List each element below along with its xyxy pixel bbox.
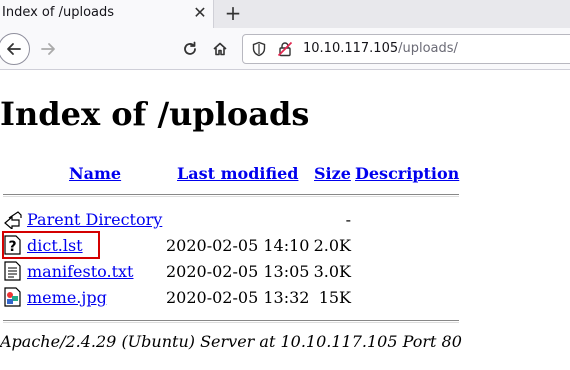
text-file-icon	[4, 261, 21, 281]
column-description-link[interactable]: Description	[355, 164, 459, 183]
arrow-left-icon	[7, 43, 21, 55]
page-title: Index of /uploads	[0, 95, 310, 133]
divider	[3, 194, 459, 197]
reload-icon	[184, 41, 196, 55]
shield-icon[interactable]	[251, 41, 267, 57]
close-tab-icon[interactable]: ✕	[190, 3, 210, 23]
back-folder-icon	[4, 211, 22, 229]
column-size-link[interactable]: Size	[314, 164, 351, 183]
url-path: /uploads/	[398, 41, 458, 56]
file-link-meme-jpg[interactable]: meme.jpg	[27, 288, 107, 307]
home-button[interactable]	[206, 35, 234, 63]
address-bar[interactable]: 10.10.117.105/uploads/	[242, 34, 570, 64]
forward-button[interactable]	[34, 35, 62, 63]
divider	[3, 320, 459, 323]
image-file-icon	[4, 287, 21, 307]
new-tab-button[interactable]: +	[222, 2, 244, 24]
home-icon	[213, 42, 227, 56]
nav-toolbar: 10.10.117.105/uploads/	[0, 28, 570, 70]
file-link-manifesto-txt[interactable]: manifesto.txt	[27, 262, 133, 281]
tab-active[interactable]: Index of /uploads ✕	[0, 0, 214, 28]
file-date: 2020-02-05 13:32	[166, 288, 310, 307]
url-host: 10.10.117.105	[303, 41, 399, 56]
column-last-modified-link[interactable]: Last modified	[177, 164, 298, 183]
tab-strip: Index of /uploads ✕ +	[0, 0, 570, 28]
tab-title: Index of /uploads	[2, 5, 115, 20]
file-size: 15K	[318, 288, 351, 307]
url-text[interactable]: 10.10.117.105/uploads/	[303, 41, 458, 56]
file-date: 2020-02-05 14:10	[166, 236, 310, 255]
column-name-link[interactable]: Name	[69, 164, 121, 183]
list-item: meme.jpg 2020-02-05 13:32 15K	[0, 287, 570, 309]
server-signature: Apache/2.4.29 (Ubuntu) Server at 10.10.1…	[0, 332, 462, 351]
insecure-lock-icon[interactable]	[277, 41, 293, 57]
back-button[interactable]	[0, 33, 30, 65]
file-size: 2.0K	[313, 236, 351, 255]
highlight-box	[2, 231, 100, 259]
list-item: manifesto.txt 2020-02-05 13:05 3.0K	[0, 261, 570, 283]
file-size: -	[345, 210, 351, 229]
reload-button[interactable]	[176, 35, 204, 63]
file-size: 3.0K	[313, 262, 351, 281]
page-content: Index of /uploads Name Last modified Siz…	[0, 70, 570, 370]
list-item: Parent Directory -	[0, 209, 570, 231]
arrow-right-icon	[41, 43, 55, 55]
file-date: 2020-02-05 13:05	[166, 262, 310, 281]
file-link-parent-directory[interactable]: Parent Directory	[27, 210, 162, 229]
